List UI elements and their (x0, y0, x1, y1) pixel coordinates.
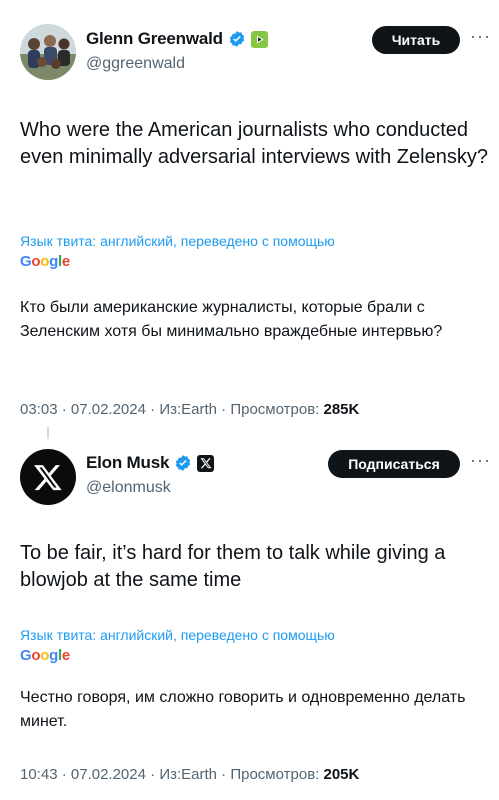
views-label: Просмотров: (230, 766, 320, 783)
separator: · (221, 766, 231, 783)
tweet-source: Из:Earth (159, 766, 217, 783)
translation-note[interactable]: Язык твита: английский, переведено с пом… (20, 627, 335, 643)
tweet-text: To be fair, it’s hard for them to talk w… (20, 542, 446, 591)
follow-button[interactable]: Подписаться (328, 450, 460, 478)
google-logo: Google (20, 647, 70, 664)
separator: · (61, 766, 71, 783)
author-name[interactable]: Elon Musk (86, 453, 169, 473)
author-handle[interactable]: @elonmusk (86, 479, 171, 497)
translated-text: Честно говоря, им сложно говорить и одно… (20, 689, 466, 730)
x-logo-icon[interactable] (197, 454, 215, 472)
tweet-date[interactable]: 07.02.2024 (71, 766, 146, 783)
avatar[interactable] (20, 449, 76, 505)
more-dots-icon[interactable]: ··· (470, 450, 491, 471)
tweet-elon: Elon Musk @elonmusk Подписаться ··· To b… (0, 0, 499, 800)
tweet-time[interactable]: 10:43 (20, 766, 58, 783)
tweet-meta: 10:43 · 07.02.2024 · Из:Earth · Просмотр… (20, 766, 359, 783)
views-count[interactable]: 205K (324, 766, 360, 783)
verified-badge-icon (176, 455, 191, 471)
author-row: Elon Musk (86, 453, 215, 473)
separator: · (150, 766, 160, 783)
